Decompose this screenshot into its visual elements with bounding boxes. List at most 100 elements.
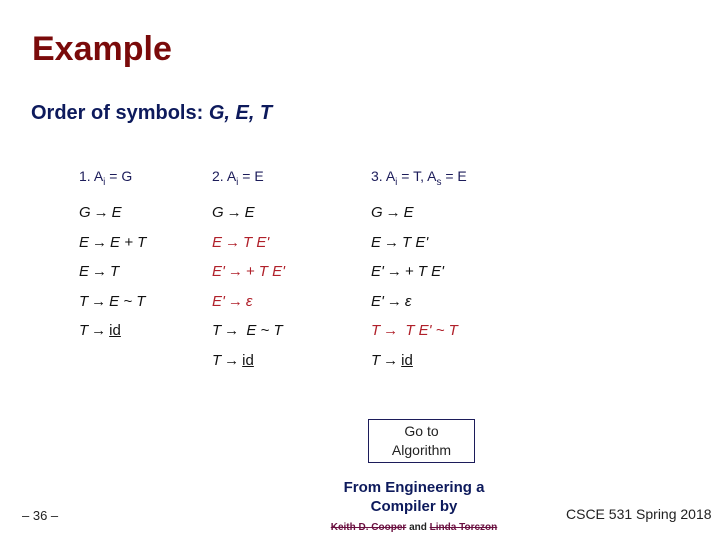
rule-rhs: E — [403, 204, 414, 221]
rule-lhs: T — [79, 322, 89, 339]
terminal-id: id — [109, 322, 121, 339]
header-symbol: A — [93, 168, 104, 184]
page-number: – 36 – — [22, 508, 59, 523]
production-rule: T → id — [371, 351, 467, 381]
go-to-algorithm-button[interactable]: Go to Algorithm — [368, 419, 475, 463]
grammar-column-3: 3. Ai = T, As = E G → E E → T E' E' → + T E' E' → ε T… — [371, 166, 467, 380]
rule-lhs: G — [212, 204, 224, 221]
slide-title: Example — [32, 30, 172, 68]
rule-rhs: ε — [404, 292, 412, 310]
rule-lhs: T — [212, 322, 222, 339]
rule-rhs: E ~ T — [242, 322, 283, 339]
rule-rhs: E + T — [110, 233, 147, 251]
header-number: 1. — [79, 168, 91, 184]
author-link-cooper[interactable]: Keith D. Cooper — [331, 522, 407, 533]
production-rule: E → T E' — [212, 233, 285, 263]
arrow-icon: → — [92, 263, 108, 280]
goto-line-1: Go to — [404, 423, 439, 439]
goto-line-2: Algorithm — [391, 442, 452, 458]
author-link-torczon[interactable]: Linda Torczon — [430, 522, 498, 533]
header-rest-2: = E — [441, 168, 467, 184]
production-rule: E' → + T E' — [212, 262, 285, 292]
arrow-icon: → — [91, 292, 107, 310]
rule-lhs: E' — [212, 263, 225, 280]
header-rest: = T, A — [397, 168, 437, 184]
rule-lhs: T — [212, 351, 222, 369]
arrow-icon: → — [386, 263, 402, 280]
column-header: 1. Ai = G — [79, 166, 146, 188]
production-rule: E → T E' — [371, 233, 467, 263]
rule-lhs: G — [371, 204, 383, 221]
rule-lhs: T — [79, 292, 89, 310]
header-number: 3. — [371, 168, 383, 184]
grammar-column-1: 1. Ai = G G → E E → E + T E → T T → E ~ T T → id — [79, 166, 146, 351]
header-rest: = G — [105, 168, 133, 184]
rule-rhs: + T E' — [245, 263, 286, 280]
rule-lhs: T — [371, 351, 381, 369]
rule-lhs: E' — [371, 263, 384, 280]
production-rule: T → T E' ~ T — [371, 321, 467, 351]
arrow-icon: → — [386, 292, 402, 310]
rule-lhs: G — [79, 204, 91, 221]
rule-lhs: E' — [212, 292, 225, 310]
header-symbol: A — [385, 168, 396, 184]
source-line-1: From Engineering a — [343, 479, 485, 496]
arrow-icon: → — [225, 233, 241, 251]
arrow-icon: → — [93, 204, 109, 221]
arrow-icon: → — [91, 322, 107, 339]
source-line-2: Compiler by — [370, 498, 458, 515]
rule-lhs: T — [371, 322, 381, 339]
authors: Keith D. Cooper and Linda Torczon — [304, 518, 524, 537]
arrow-icon: → — [384, 233, 400, 251]
rule-rhs: E ~ T — [109, 292, 146, 310]
arrow-icon: → — [227, 263, 243, 280]
rule-rhs: E — [111, 204, 122, 221]
production-rule: T → E ~ T — [79, 292, 146, 322]
arrow-icon: → — [226, 204, 242, 221]
production-rule: E → T — [79, 262, 146, 292]
column-header: 2. Ai = E — [212, 166, 285, 188]
terminal-id: id — [242, 351, 254, 369]
arrow-icon: → — [383, 351, 399, 369]
slide-subtitle: Order of symbols: G, E, T — [31, 102, 272, 125]
terminal-id: id — [401, 351, 413, 369]
rule-lhs: E — [212, 233, 223, 251]
arrow-icon: → — [227, 292, 243, 310]
production-rule: G → E — [212, 203, 285, 233]
grammar-column-2: 2. Ai = E G → E E → T E' E' → + T E' E' → ε T → E ~ TT… — [212, 166, 285, 380]
header-symbol: A — [226, 168, 237, 184]
rule-rhs: ε — [245, 292, 253, 310]
arrow-icon: → — [224, 351, 240, 369]
production-rule: T → id — [212, 351, 285, 381]
arrow-icon: → — [383, 322, 399, 339]
authors-and: and — [406, 522, 430, 533]
rule-lhs: E — [79, 233, 90, 251]
header-rest: = E — [238, 168, 264, 184]
rule-lhs: E — [371, 233, 382, 251]
course-label: CSCE 531 Spring 2018 — [566, 506, 712, 522]
production-rule: G → E — [79, 203, 146, 233]
production-rule: E → E + T — [79, 233, 146, 263]
production-rule: E' → + T E' — [371, 262, 467, 292]
rule-rhs: + T E' — [404, 263, 445, 280]
production-rule: E' → ε — [212, 292, 285, 322]
rule-rhs: T E' ~ T — [401, 322, 458, 339]
header-number: 2. — [212, 168, 224, 184]
production-rule: T → id — [79, 321, 146, 351]
arrow-icon: → — [385, 204, 401, 221]
rule-rhs: T E' — [243, 233, 270, 251]
subtitle-prefix: Order of symbols: — [31, 102, 209, 124]
subtitle-symbols: G, E, T — [208, 102, 273, 124]
source-credit: From Engineering a Compiler by Keith D. … — [304, 478, 524, 537]
production-rule: T → E ~ T — [212, 321, 285, 351]
production-rule: E' → ε — [371, 292, 467, 322]
arrow-icon: → — [92, 233, 108, 251]
rule-rhs: T — [110, 263, 120, 280]
arrow-icon: → — [224, 322, 240, 339]
rule-rhs: E — [244, 204, 255, 221]
rule-lhs: E — [79, 263, 90, 280]
rule-rhs: T E' — [402, 233, 429, 251]
rule-lhs: E' — [371, 292, 384, 310]
column-header: 3. Ai = T, As = E — [371, 166, 467, 188]
production-rule: G → E — [371, 203, 467, 233]
